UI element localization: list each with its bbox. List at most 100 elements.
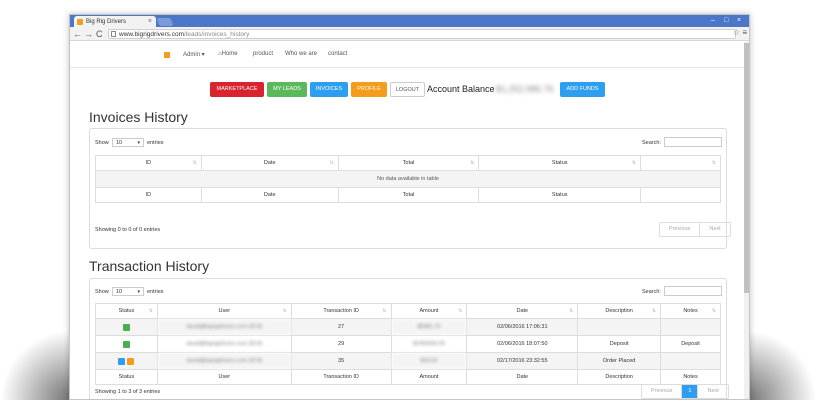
invoices-foot-extra <box>640 187 721 203</box>
arrow-up-icon[interactable] <box>122 323 130 331</box>
tx-col-description-label: Description <box>605 308 633 314</box>
tx-col-date[interactable]: Date ⇅ <box>466 303 579 319</box>
invoices-col-status[interactable]: Status ⇅ <box>478 155 642 171</box>
my-leads-button[interactable]: MY LEADS <box>267 82 307 97</box>
forward-icon[interactable]: → <box>84 28 93 40</box>
tx-col-amount[interactable]: Amount ⇅ <box>390 303 468 319</box>
tx-col-notes-label: Notes <box>683 308 698 314</box>
close-window-icon[interactable]: × <box>737 15 741 27</box>
invoices-search-input[interactable] <box>664 137 722 147</box>
profile-button[interactable]: PROFILE <box>351 82 387 97</box>
invoices-foot-id: ID <box>95 187 202 203</box>
sort-asc-icon: ⇅ <box>148 308 153 314</box>
tx-notes <box>660 352 721 370</box>
invoices-col-id[interactable]: ID ⇅ <box>95 155 202 171</box>
page-icon <box>111 31 116 37</box>
invoices-col-status-label: Status <box>551 160 568 166</box>
invoices-panel: Show 10 ▾ entries Search: ID ⇅ Date ⇅ Total… <box>89 128 731 249</box>
page-scrollbar-thumb[interactable] <box>744 43 749 293</box>
arrow-up-icon[interactable] <box>122 340 130 348</box>
tx-col-notes[interactable]: Notes ⇅ <box>660 303 721 319</box>
tx-col-description[interactable]: Description ⇅ <box>577 303 662 319</box>
favicon-icon <box>77 19 83 25</box>
minimize-icon[interactable]: – <box>711 15 715 27</box>
transaction-history-title: Transaction History <box>89 258 210 274</box>
tab-title: Big Rig Drivers <box>86 19 127 25</box>
transactions-page-size-select[interactable]: 10 ▾ <box>112 287 144 296</box>
url-host: www.bigrigdrivers.com <box>119 31 185 38</box>
tx-col-user[interactable]: User ⇅ <box>156 303 292 319</box>
tx-col-status[interactable]: Status ⇅ <box>95 303 158 319</box>
tx-foot-status: Status <box>95 369 158 385</box>
invoices-col-date-label: Date <box>263 160 276 166</box>
table-row[interactable]: david@bigrigdrivers.com (ID:8) 27 $5981.… <box>95 318 721 336</box>
sort-icon: ⇅ <box>711 308 716 314</box>
nav-home[interactable]: ⌂Home <box>218 51 238 57</box>
transactions-page-1-button[interactable]: 1 <box>681 385 698 398</box>
table-row[interactable]: david@bigrigdrivers.com (ID:8) 35 $33.00… <box>95 352 721 370</box>
invoices-page-size-select[interactable]: 10 ▾ <box>112 138 144 147</box>
chevron-down-icon: ▾ <box>137 289 140 295</box>
tx-notes <box>660 318 721 336</box>
new-tab-button[interactable] <box>156 18 174 26</box>
nav-admin[interactable]: Admin ▾ <box>183 51 205 58</box>
tx-description <box>577 318 662 336</box>
tx-description: Deposit <box>577 335 662 353</box>
bookmark-star-icon[interactable]: ☆ <box>733 28 740 37</box>
tx-id: 27 <box>290 318 392 336</box>
transactions-search-input[interactable] <box>664 286 722 296</box>
back-icon[interactable]: ← <box>73 28 82 40</box>
brand-logo-icon[interactable] <box>164 52 170 58</box>
tx-description: Order Placed <box>577 352 662 370</box>
invoices-foot-total: Total <box>337 187 480 203</box>
sort-icon: ⇅ <box>470 160 475 166</box>
tx-amount: $1000000.00 <box>390 335 468 353</box>
invoices-col-extra[interactable]: ⇅ <box>640 155 721 171</box>
tx-col-status-label: Status <box>118 308 135 314</box>
transactions-next-button[interactable]: Next <box>697 385 727 398</box>
tx-amount: $33.00 <box>390 352 468 370</box>
tx-user: david@bigrigdrivers.com (ID:8) <box>156 318 292 336</box>
transactions-page-size-value: 10 <box>116 289 123 295</box>
invoices-entries-label: entries <box>147 140 164 146</box>
logout-button[interactable]: LOGOUT <box>390 82 425 97</box>
invoices-col-date[interactable]: Date ⇅ <box>200 155 339 171</box>
account-balance-value: $1,252,986.76 <box>496 84 554 94</box>
nav-contact[interactable]: contact <box>328 51 347 57</box>
warning-icon[interactable] <box>127 357 135 365</box>
tx-foot-date: Date <box>466 369 579 385</box>
nav-product[interactable]: product <box>253 51 273 57</box>
sort-icon: ⇅ <box>568 308 574 314</box>
maximize-icon[interactable]: □ <box>724 15 728 27</box>
invoices-col-total[interactable]: Total ⇅ <box>337 155 480 171</box>
browser-menu-icon[interactable]: ≡ <box>742 28 747 37</box>
tx-foot-transaction-id: Transaction ID <box>290 369 392 385</box>
tx-foot-notes: Notes <box>660 369 721 385</box>
transactions-table: Status ⇅ User ⇅ Transaction ID ⇅ Amount ⇅ Da… <box>95 303 721 385</box>
invoices-table: ID ⇅ Date ⇅ Total ⇅ Status ⇅ ⇅ No data avail… <box>95 155 721 203</box>
table-row[interactable]: david@bigrigdrivers.com (ID:8) 29 $10000… <box>95 335 721 353</box>
tx-status-cell <box>95 318 158 336</box>
marketplace-button[interactable]: MARKETPLACE <box>210 82 264 97</box>
sort-icon: ⇅ <box>458 308 463 314</box>
transactions-previous-button[interactable]: Previous <box>642 385 681 398</box>
info-icon[interactable] <box>118 357 126 365</box>
invoices-empty-message: No data available in table <box>95 170 721 188</box>
tx-notes: Deposit <box>660 335 721 353</box>
address-bar[interactable]: www.bigrigdrivers.com/leads/invoices_his… <box>108 29 736 39</box>
reload-icon[interactable]: C <box>96 28 103 40</box>
nav-home-label: Home <box>221 51 238 57</box>
invoices-foot-status: Status <box>478 187 642 203</box>
tx-col-transaction-id[interactable]: Transaction ID ⇅ <box>290 303 392 319</box>
browser-window: Big Rig Drivers × – □ × ← → C www.bigrig… <box>69 14 750 400</box>
invoices-next-button[interactable]: Next <box>699 223 729 236</box>
site-navbar: Admin ▾ ⌂Home product Who we are contact <box>70 42 746 68</box>
add-funds-button[interactable]: ADD FUNDS <box>560 82 605 97</box>
transactions-panel: Show 10 ▾ entries Search: Status ⇅ User ⇅ T… <box>89 278 729 399</box>
tx-date: 02/06/2016 17:06:31 <box>466 318 579 336</box>
invoices-info: Showing 0 to 0 of 0 entries <box>95 227 161 233</box>
invoices-previous-button[interactable]: Previous <box>660 223 699 236</box>
invoices-button[interactable]: INVOICES <box>310 82 348 97</box>
invoices-col-total-label: Total <box>402 160 415 166</box>
nav-who-we-are[interactable]: Who we are <box>285 51 317 57</box>
